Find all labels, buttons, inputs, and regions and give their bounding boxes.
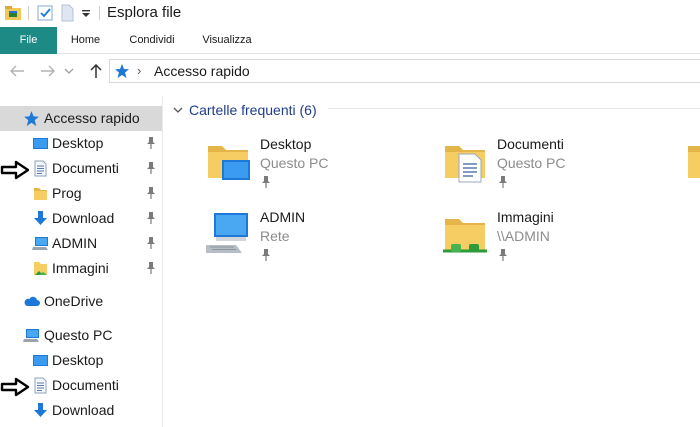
breadcrumb-chevron-icon[interactable]: ›: [137, 63, 141, 78]
file-explorer-icon[interactable]: [4, 4, 22, 22]
nav-item-pc-desktop[interactable]: Desktop: [0, 348, 162, 373]
pin-icon[interactable]: [145, 161, 157, 175]
desktop-icon: [33, 138, 48, 149]
nav-item-quick-access[interactable]: Accesso rapido: [0, 106, 162, 131]
tile-name: ADMIN: [260, 209, 306, 225]
chevron-down-icon: [173, 107, 183, 113]
nav-item-this-pc[interactable]: Questo PC: [0, 323, 162, 348]
tile-location: Questo PC: [260, 155, 329, 171]
nav-item-desktop[interactable]: Desktop: [0, 131, 162, 156]
nav-item-pictures[interactable]: Immagini: [0, 256, 162, 281]
download-icon: [34, 211, 47, 225]
download-icon: [34, 403, 47, 417]
network-folder-icon: [443, 209, 487, 253]
up-button[interactable]: [86, 61, 106, 81]
tile-name: Immagini: [497, 209, 554, 225]
computer-icon: [23, 329, 39, 342]
nav-label: OneDrive: [44, 293, 104, 309]
back-button[interactable]: [7, 61, 27, 81]
nav-label: Download: [52, 402, 115, 418]
network-computer-icon: [206, 213, 248, 253]
chevron-down-icon: [64, 68, 74, 74]
nav-label: Questo PC: [44, 327, 113, 343]
nav-item-pc-documents[interactable]: Documenti: [0, 373, 162, 398]
desktop-icon: [33, 355, 48, 366]
nav-label: ADMIN: [52, 235, 98, 251]
tile-desktop[interactable]: Desktop Questo PC: [204, 136, 424, 200]
pictures-icon: [34, 262, 47, 275]
nav-label: Accesso rapido: [44, 110, 140, 126]
title-separator: [99, 6, 100, 20]
pin-icon[interactable]: [145, 261, 157, 275]
pin-icon[interactable]: [145, 136, 157, 150]
window-title: Esplora file: [107, 4, 182, 21]
group-header-frequent-folders[interactable]: Cartelle frequenti (6): [172, 100, 317, 120]
group-divider: [328, 108, 700, 109]
breadcrumb-quick-access[interactable]: Accesso rapido: [154, 63, 250, 79]
star-icon: [24, 111, 39, 126]
tab-share[interactable]: Condividi: [121, 27, 183, 54]
nav-label: Desktop: [52, 135, 104, 151]
nav-item-pc-download[interactable]: Download: [0, 398, 162, 423]
nav-label: Prog: [52, 185, 82, 201]
recent-locations-button[interactable]: [63, 61, 75, 81]
tile-location: Questo PC: [497, 155, 566, 171]
pin-icon[interactable]: [260, 248, 272, 262]
nav-item-prog[interactable]: Prog: [0, 181, 162, 206]
partial-folder-icon[interactable]: [684, 140, 700, 184]
customize-toolbar-icon[interactable]: [79, 5, 93, 21]
nav-label: Documenti: [52, 160, 119, 176]
forward-button[interactable]: [38, 61, 58, 81]
documents-icon: [34, 377, 47, 394]
cloud-icon: [24, 296, 40, 306]
arrow-right-icon: [41, 65, 55, 77]
nav-item-admin[interactable]: ADMIN: [0, 231, 162, 256]
group-title: Cartelle frequenti (6): [189, 102, 317, 118]
quick-access-star-icon: [115, 64, 129, 78]
pin-icon[interactable]: [145, 236, 157, 250]
tab-home[interactable]: Home: [57, 27, 114, 54]
tile-location: Rete: [260, 228, 290, 244]
documents-icon: [34, 160, 47, 177]
nav-label: Desktop: [52, 352, 104, 368]
properties-icon[interactable]: [36, 4, 54, 22]
arrow-left-icon: [10, 65, 24, 77]
desktop-folder-icon: [204, 136, 250, 180]
documents-folder-icon: [441, 136, 489, 183]
nav-label: Download: [52, 210, 115, 226]
pin-icon[interactable]: [145, 211, 157, 225]
tile-admin[interactable]: ADMIN Rete: [204, 209, 424, 273]
nav-label: Immagini: [52, 260, 109, 276]
address-row: › Accesso rapido: [0, 58, 700, 84]
content-area: Cartelle frequenti (6) Desktop Questo PC…: [164, 96, 700, 427]
title-separator: [28, 6, 29, 20]
tile-name: Desktop: [260, 136, 312, 152]
folder-icon: [34, 188, 47, 200]
computer-icon: [32, 237, 48, 250]
tile-name: Documenti: [497, 136, 564, 152]
nav-item-download[interactable]: Download: [0, 206, 162, 231]
tile-location: \\ADMIN: [497, 228, 550, 244]
nav-label: Documenti: [52, 377, 119, 393]
new-folder-icon[interactable]: [59, 4, 75, 22]
nav-item-onedrive[interactable]: OneDrive: [0, 289, 162, 314]
pin-icon[interactable]: [260, 175, 272, 189]
pin-icon[interactable]: [497, 248, 509, 262]
ribbon-tabs: File Home Condividi Visualizza: [0, 27, 700, 54]
navigation-pane: Accesso rapido Desktop Documenti Prog Do…: [0, 96, 163, 427]
tab-view[interactable]: Visualizza: [195, 27, 259, 54]
tile-pictures[interactable]: Immagini \\ADMIN: [441, 209, 661, 273]
address-bar[interactable]: › Accesso rapido: [109, 59, 700, 83]
nav-item-documents[interactable]: Documenti: [0, 156, 162, 181]
arrow-up-icon: [90, 63, 102, 78]
tab-file[interactable]: File: [0, 27, 57, 54]
tile-documents[interactable]: Documenti Questo PC: [441, 136, 661, 200]
pin-icon[interactable]: [497, 175, 509, 189]
pin-icon[interactable]: [145, 186, 157, 200]
title-bar: Esplora file: [0, 0, 700, 26]
